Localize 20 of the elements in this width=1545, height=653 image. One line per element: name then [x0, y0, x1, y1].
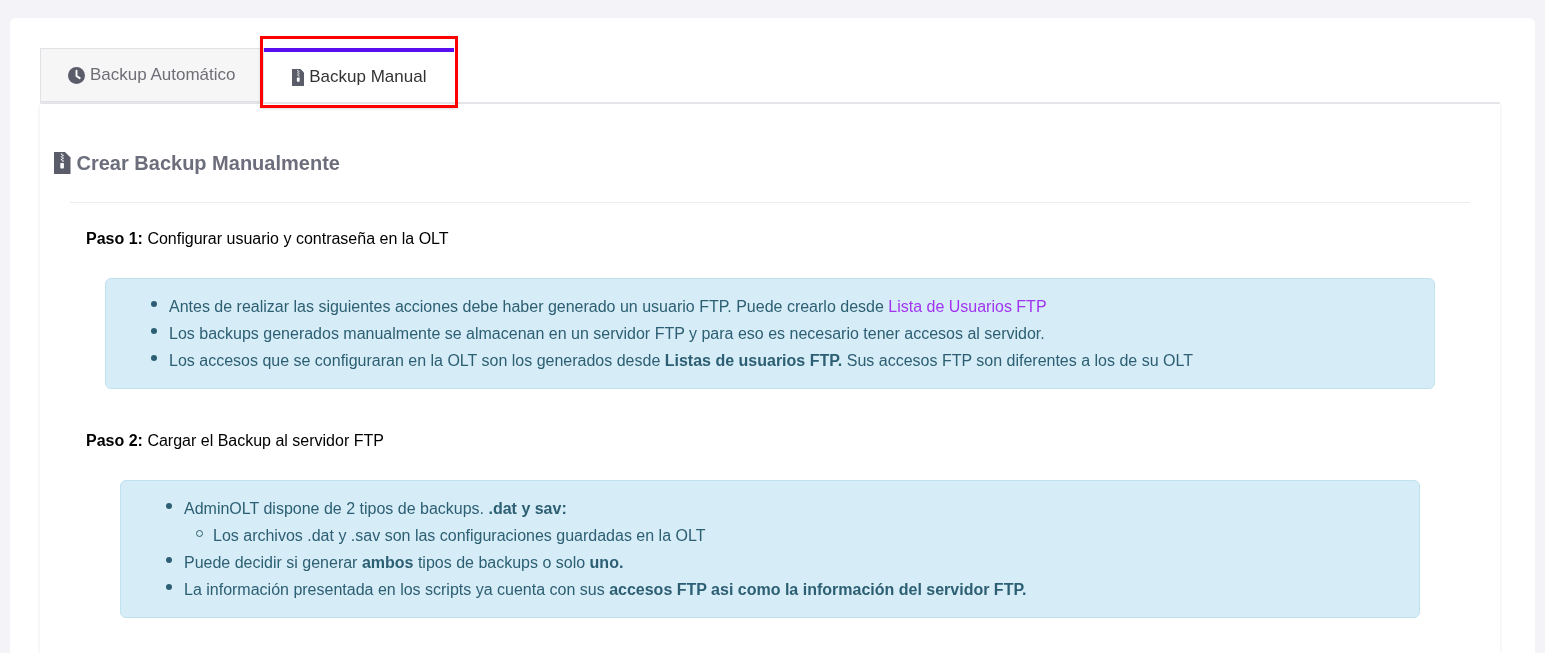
bullet-icon — [151, 328, 157, 334]
list-text: Los backups generados manualmente se almacenan en un servidor FTP y para eso es necesario tener accesos al servidor. — [169, 324, 1045, 344]
users-link[interactable]: Lista de Usuarios FTP — [888, 298, 1047, 315]
bullet-icon — [166, 503, 172, 509]
step-title: Paso 1: Configurar usuario y contraseña en la OLT — [85, 229, 450, 249]
bullet-icon — [166, 557, 172, 563]
clock-icon — [68, 66, 85, 84]
step-title: Paso 2: Cargar el Backup al servidor FTP — [85, 431, 385, 451]
list-text: Los archivos .dat y .sav son las configuraciones guardadas en la OLT — [213, 526, 706, 546]
zip-file-icon — [54, 152, 71, 174]
list-text: Antes de realizar las siguientes acciones debe haber generado un usuario FTP. Puede crearlo desde Lista de Usuarios FTP — [169, 297, 1047, 317]
bullet-icon — [151, 355, 157, 361]
list-text: AdminOLT dispone de 2 tipos de backups. .dat y sav: — [184, 499, 567, 519]
list-text: Los accesos que se configuraran en la OLT son los generados desde Listas de usuarios FTP. Sus accesos FTP son diferentes a los de su OLT — [169, 351, 1193, 371]
zip-file-icon — [291, 68, 305, 86]
list-text: Puede decidir si generar ambos tipos de backups o solo uno. — [184, 553, 624, 573]
section-heading: Crear Backup Manualmente — [76, 151, 340, 176]
bullet-icon — [151, 301, 157, 307]
bullet-icon — [166, 584, 172, 590]
list-text: La información presentada en los scripts ya cuenta con sus accesos FTP asi como la información del servidor FTP. — [184, 580, 1027, 600]
